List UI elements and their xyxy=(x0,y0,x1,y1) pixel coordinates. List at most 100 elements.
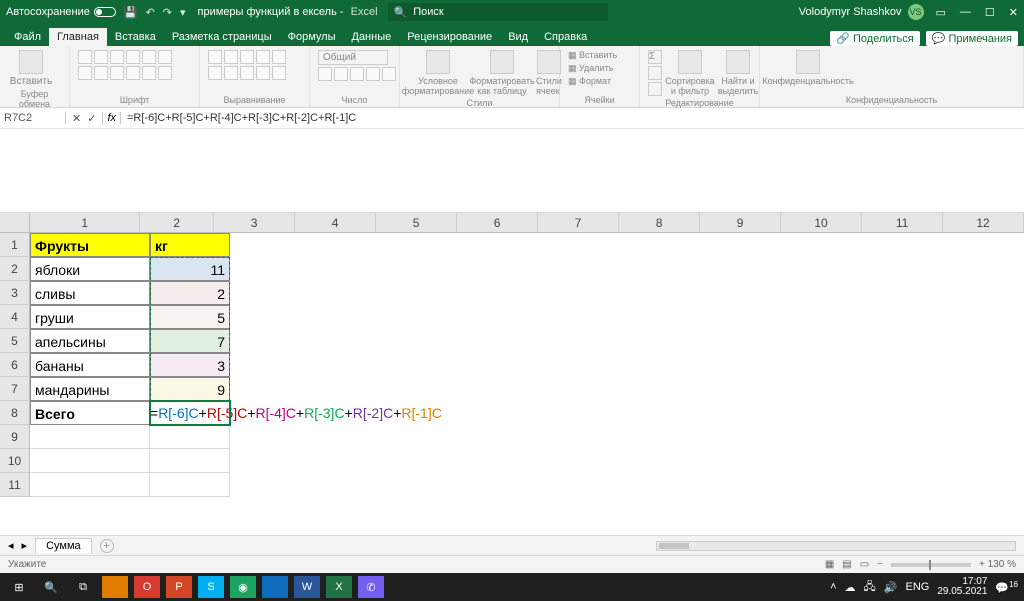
comments-button[interactable]: 💬 Примечания xyxy=(926,31,1018,46)
viber-icon[interactable]: ✆ xyxy=(358,576,384,598)
cell[interactable]: бананы xyxy=(30,353,150,377)
onenote-icon[interactable] xyxy=(262,576,288,598)
delete-cells-button[interactable]: ▦ Удалить xyxy=(568,63,617,74)
format-cells-button[interactable]: ▦ Формат xyxy=(568,76,617,87)
name-box[interactable]: R7C2 xyxy=(0,112,66,124)
tab-file[interactable]: Файл xyxy=(6,28,49,46)
zoom-slider[interactable] xyxy=(891,563,971,567)
view-break-icon[interactable]: ▭ xyxy=(860,559,869,570)
excel-icon[interactable]: X xyxy=(326,576,352,598)
tab-home[interactable]: Главная xyxy=(49,28,107,46)
confidentiality-button[interactable]: Конфиденциальность xyxy=(768,50,848,86)
share-button[interactable]: 🔗 Поделиться xyxy=(830,31,920,46)
notification-icon[interactable]: 💬16 xyxy=(995,580,1018,595)
cell[interactable]: Всего xyxy=(30,401,150,425)
column-headers[interactable]: 1 2 3 4 5 6 7 8 9 10 11 12 xyxy=(30,213,1024,233)
align-row1[interactable] xyxy=(208,50,286,64)
row-header[interactable]: 2 xyxy=(0,257,29,281)
cell[interactable]: апельсины xyxy=(30,329,150,353)
redo-icon[interactable]: ↷ xyxy=(163,6,172,19)
minimize-icon[interactable]: — xyxy=(960,6,971,19)
cell[interactable]: 11 xyxy=(150,257,230,281)
account-button[interactable]: Volodymyr Shashkov VS xyxy=(799,4,924,20)
tab-insert[interactable]: Вставка xyxy=(107,28,164,46)
sheet-nav-prev-icon[interactable]: ◂ xyxy=(8,539,14,552)
cell[interactable] xyxy=(30,473,150,497)
cell[interactable] xyxy=(150,449,230,473)
tab-help[interactable]: Справка xyxy=(536,28,595,46)
add-sheet-button[interactable]: + xyxy=(100,539,114,553)
cell-styles-button[interactable]: Стили ячеек xyxy=(536,50,562,96)
fx-icon[interactable]: fx xyxy=(103,112,121,124)
col-header[interactable]: 12 xyxy=(943,213,1024,232)
cond-format-button[interactable]: Условное форматирование xyxy=(408,50,468,96)
formula-input[interactable]: =R[-6]C+R[-5]C+R[-4]C+R[-3]C+R[-2]C+R[-1… xyxy=(121,112,1024,124)
sort-filter-button[interactable]: Сортировка и фильтр xyxy=(668,50,712,96)
row-headers[interactable]: 1 2 3 4 5 6 7 8 9 10 11 xyxy=(0,233,30,497)
cell[interactable]: 3 xyxy=(150,353,230,377)
row-header[interactable]: 4 xyxy=(0,305,29,329)
word-icon[interactable]: W xyxy=(294,576,320,598)
row-header[interactable]: 7 xyxy=(0,377,29,401)
col-header[interactable]: 1 xyxy=(30,213,140,232)
row-header[interactable]: 1 xyxy=(0,233,29,257)
zoom-out-icon[interactable]: − xyxy=(877,559,883,570)
autosave-toggle[interactable]: Автосохранение xyxy=(6,6,116,18)
col-header[interactable]: 8 xyxy=(619,213,700,232)
format-table-button[interactable]: Форматировать как таблицу xyxy=(474,50,530,96)
col-header[interactable]: 11 xyxy=(862,213,943,232)
find-select-button[interactable]: Найти и выделить xyxy=(718,50,758,96)
cell[interactable]: Фрукты xyxy=(30,233,150,257)
qat-more-icon[interactable]: ▾ xyxy=(180,6,186,19)
row-header[interactable]: 9 xyxy=(0,425,29,449)
sheet-nav-next-icon[interactable]: ▸ xyxy=(22,539,28,552)
tab-review[interactable]: Рецензирование xyxy=(399,28,500,46)
cell[interactable]: 2 xyxy=(150,281,230,305)
number-row[interactable] xyxy=(318,67,396,81)
cell[interactable] xyxy=(150,425,230,449)
number-format-combo[interactable]: Общий xyxy=(318,50,388,65)
cell[interactable]: 5 xyxy=(150,305,230,329)
col-header[interactable]: 10 xyxy=(781,213,862,232)
col-header[interactable]: 7 xyxy=(538,213,619,232)
cell[interactable]: яблоки xyxy=(30,257,150,281)
network-icon[interactable]: 🖧 xyxy=(864,578,876,597)
horizontal-scrollbar[interactable] xyxy=(656,541,1016,551)
zoom-value[interactable]: + 130 % xyxy=(979,559,1016,570)
volume-icon[interactable]: 🔊 xyxy=(884,581,898,594)
cell[interactable] xyxy=(150,473,230,497)
tab-data[interactable]: Данные xyxy=(343,28,399,46)
cell[interactable]: кг xyxy=(150,233,230,257)
insert-cells-button[interactable]: ▦ Вставить xyxy=(568,50,617,61)
cell[interactable]: сливы xyxy=(30,281,150,305)
cells-area[interactable]: Фрукты кг яблоки 11 сливы 2 груши 5 апел… xyxy=(30,233,1024,535)
cell[interactable]: груши xyxy=(30,305,150,329)
search-box[interactable]: 🔍 Поиск xyxy=(388,3,608,21)
tab-view[interactable]: Вид xyxy=(500,28,536,46)
col-header[interactable]: 2 xyxy=(140,213,214,232)
col-header[interactable]: 5 xyxy=(376,213,457,232)
cell[interactable]: 9 xyxy=(150,377,230,401)
cell[interactable] xyxy=(30,425,150,449)
close-icon[interactable]: ✕ xyxy=(1009,6,1018,19)
row-header[interactable]: 10 xyxy=(0,449,29,473)
row-header[interactable]: 11 xyxy=(0,473,29,497)
align-row2[interactable] xyxy=(208,66,286,80)
onedrive-icon[interactable]: ☁ xyxy=(845,581,856,594)
chrome-icon[interactable]: ◉ xyxy=(230,576,256,598)
powerpoint-icon[interactable]: P xyxy=(166,576,192,598)
lang-indicator[interactable]: ENG xyxy=(905,581,929,593)
skype-icon[interactable]: S xyxy=(198,576,224,598)
tab-formulas[interactable]: Формулы xyxy=(280,28,344,46)
col-header[interactable]: 3 xyxy=(214,213,295,232)
font-style-row[interactable] xyxy=(78,66,172,80)
spreadsheet-grid[interactable]: 1 2 3 4 5 6 7 8 9 10 11 12 1 2 3 4 5 6 7… xyxy=(0,213,1024,535)
col-header[interactable]: 9 xyxy=(700,213,781,232)
search-taskbar-icon[interactable]: 🔍 xyxy=(38,576,64,598)
autosum-group[interactable]: Σ xyxy=(648,50,662,96)
view-normal-icon[interactable]: ▦ xyxy=(825,559,834,570)
cell[interactable]: 7 xyxy=(150,329,230,353)
cancel-formula-icon[interactable]: ✕ xyxy=(72,112,81,125)
font-row[interactable] xyxy=(78,50,172,64)
explorer-icon[interactable] xyxy=(102,576,128,598)
